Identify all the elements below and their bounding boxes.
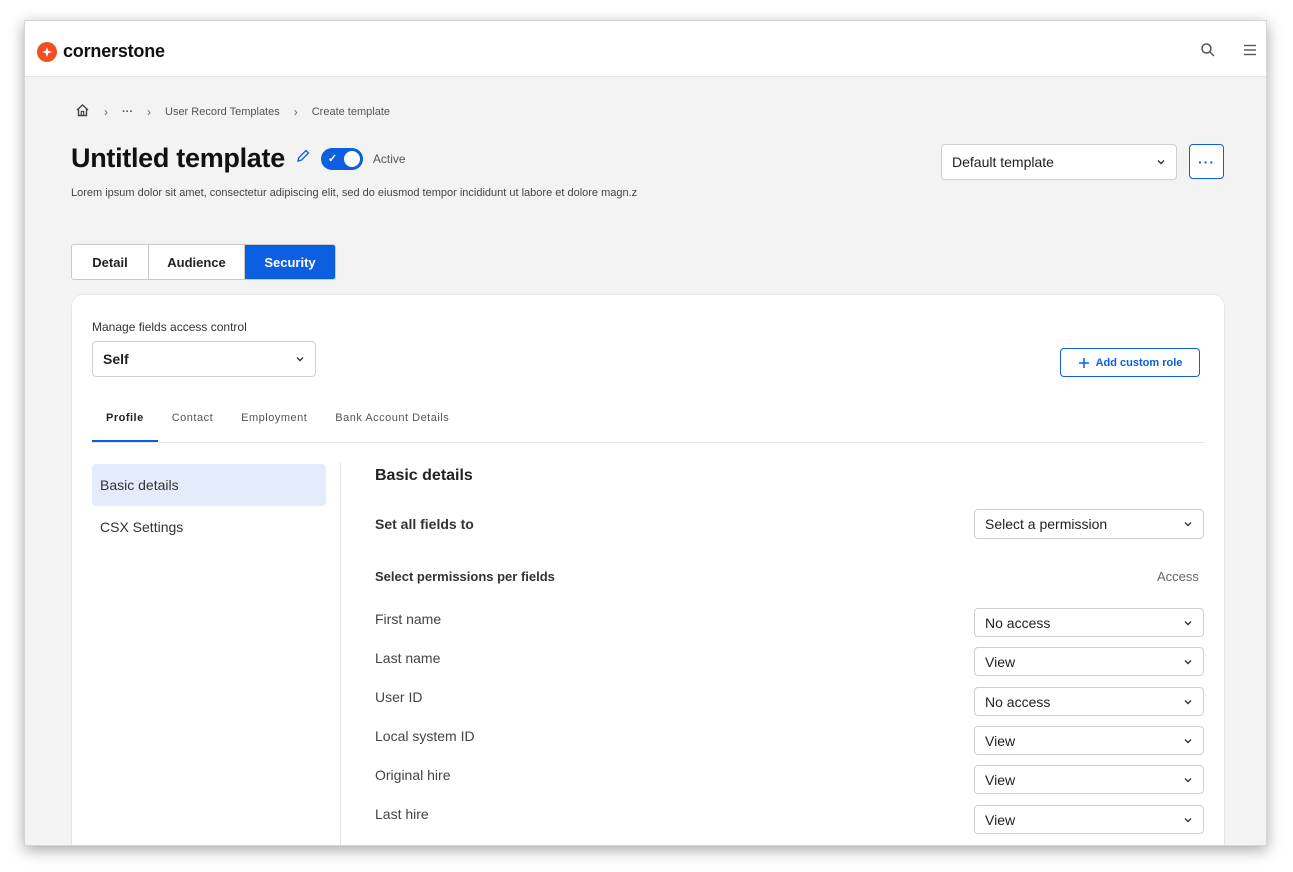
chevron-down-icon	[1184, 738, 1192, 743]
page-title: Untitled template	[71, 143, 285, 173]
cornerstone-logo-icon	[37, 41, 57, 62]
field-label: Last hire	[375, 806, 429, 822]
plus-icon	[1078, 357, 1089, 368]
field-label: Original hire	[375, 767, 451, 783]
main-tabs: Detail Audience Security	[71, 244, 336, 280]
section-subtabs: Profile Contact Employment Bank Account …	[92, 412, 463, 442]
chevron-down-icon	[1184, 777, 1192, 782]
set-all-permission-value: Select a permission	[985, 516, 1108, 532]
field-label: Local system ID	[375, 728, 475, 744]
side-item-basic-details[interactable]: Basic details	[92, 464, 326, 506]
chevron-right-icon: ›	[147, 104, 151, 119]
chevron-down-icon	[296, 357, 304, 362]
field-permission-value: View	[985, 732, 1016, 749]
subtab-contact[interactable]: Contact	[158, 412, 227, 442]
chevron-down-icon	[1184, 620, 1192, 625]
field-permission-select[interactable]: View	[974, 647, 1204, 676]
field-permission-value: No access	[985, 614, 1051, 631]
field-permission-select[interactable]: View	[974, 726, 1204, 755]
chevron-down-icon	[1184, 817, 1192, 822]
brand-name: cornerstone	[63, 41, 165, 61]
field-permission-select[interactable]: View	[974, 805, 1204, 834]
access-column-header: Access	[1157, 569, 1199, 584]
brand-logo[interactable]: cornerstone	[37, 41, 165, 62]
status-label: Active	[372, 151, 406, 166]
chevron-down-icon	[1184, 699, 1192, 704]
home-icon[interactable]	[75, 103, 90, 120]
field-permission-value: View	[985, 771, 1016, 788]
toggle-knob	[343, 150, 360, 167]
field-permission-select[interactable]: View	[974, 765, 1204, 794]
breadcrumb-ellipsis[interactable]: ···	[122, 106, 133, 118]
subtab-profile[interactable]: Profile	[92, 412, 158, 442]
tab-security[interactable]: Security	[245, 245, 335, 279]
chevron-down-icon	[1184, 659, 1192, 664]
per-fields-label: Select permissions per fields	[375, 569, 555, 584]
subtab-divider	[92, 442, 1204, 443]
field-permission-value: View	[985, 811, 1016, 828]
breadcrumb: › ··· › User Record Templates › Create t…	[75, 103, 390, 120]
tab-audience[interactable]: Audience	[149, 245, 245, 279]
add-custom-role-label: Add custom role	[1095, 356, 1183, 369]
check-icon: ✓	[327, 152, 338, 165]
template-description: Lorem ipsum dolor sit amet, consectetur …	[71, 187, 638, 199]
field-permission-value: No access	[985, 693, 1051, 710]
breadcrumb-item-current: Create template	[311, 105, 390, 118]
field-permission-select[interactable]: No access	[974, 608, 1204, 637]
add-custom-role-button[interactable]: Add custom role	[1060, 348, 1200, 377]
chevron-down-icon	[1157, 160, 1165, 165]
top-bar: cornerstone	[25, 21, 1266, 77]
subtab-employment[interactable]: Employment	[227, 412, 321, 442]
access-control-value: Self	[103, 351, 129, 367]
breadcrumb-item-templates[interactable]: User Record Templates	[165, 106, 280, 118]
field-label: User ID	[375, 689, 423, 705]
vertical-divider	[340, 463, 341, 845]
section-title: Basic details	[375, 467, 473, 484]
more-options-button[interactable]: ···	[1189, 144, 1224, 179]
template-select-value: Default template	[952, 154, 1054, 170]
chevron-down-icon	[1184, 522, 1192, 527]
search-icon[interactable]	[1200, 42, 1216, 58]
security-card: Manage fields access control Self Add cu…	[71, 294, 1225, 845]
app-window: cornerstone › ··· › User Record Template…	[24, 20, 1267, 846]
title-row: Untitled template ✓ Active	[71, 143, 406, 174]
set-all-permission-select[interactable]: Select a permission	[974, 509, 1204, 539]
tab-detail[interactable]: Detail	[72, 245, 149, 279]
pencil-edit-icon[interactable]	[295, 148, 311, 169]
access-control-label: Manage fields access control	[92, 320, 247, 334]
active-toggle[interactable]: ✓	[320, 147, 363, 170]
subtab-bank-account-details[interactable]: Bank Account Details	[321, 412, 463, 442]
template-select[interactable]: Default template	[941, 144, 1177, 180]
field-permission-select[interactable]: No access	[974, 687, 1204, 716]
chevron-right-icon: ›	[104, 104, 108, 119]
set-all-label: Set all fields to	[375, 516, 474, 532]
chevron-right-icon: ›	[293, 104, 298, 119]
field-label: Last name	[375, 650, 441, 666]
hamburger-menu-icon[interactable]	[1242, 42, 1258, 58]
side-item-csx-settings[interactable]: CSX Settings	[92, 506, 326, 548]
field-permission-value: View	[985, 653, 1016, 670]
access-control-select[interactable]: Self	[92, 341, 316, 377]
field-label: First name	[375, 611, 442, 627]
